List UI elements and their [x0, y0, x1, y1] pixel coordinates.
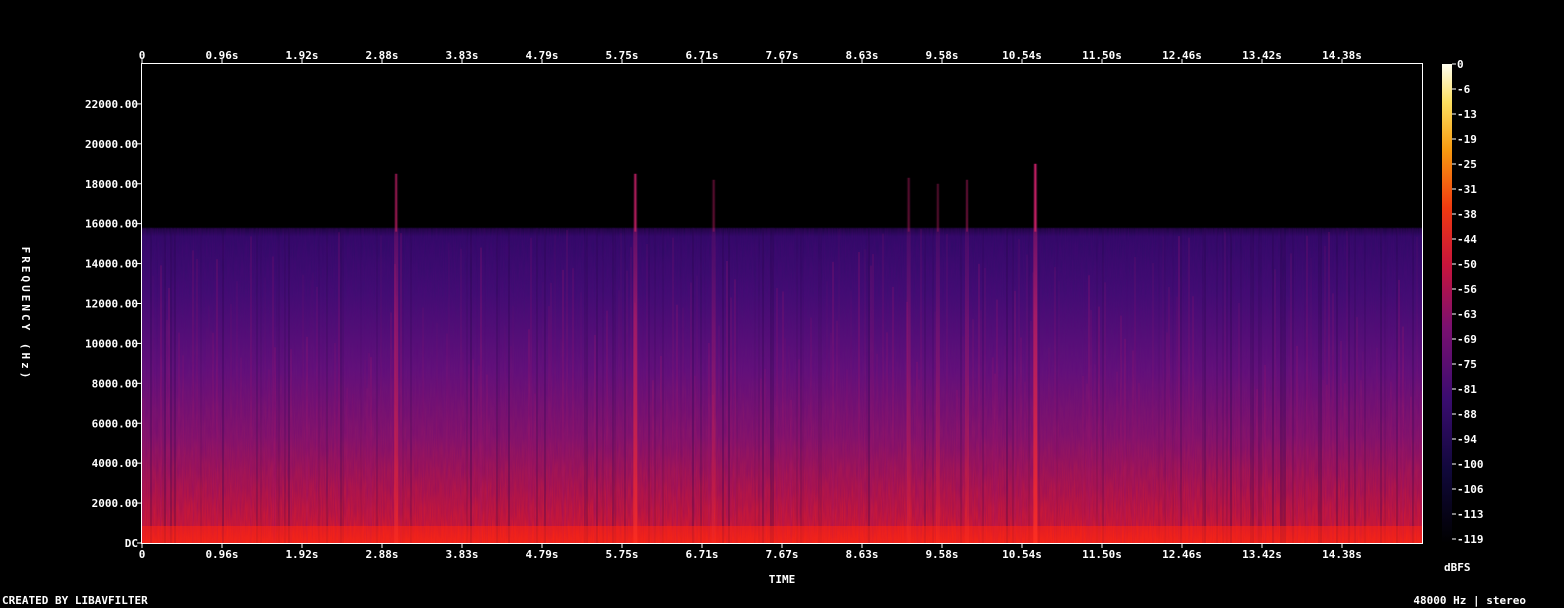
y-tick-label: 6000.00: [92, 417, 138, 430]
colorbar-tick-label: -113: [1457, 508, 1484, 521]
x-tick-label-top: 6.71s: [685, 49, 718, 62]
colorbar-tick-label: -44: [1457, 233, 1477, 246]
y-tick-label: 4000.00: [92, 457, 138, 470]
x-tick-label-bottom: 5.75s: [605, 548, 638, 561]
x-tick-label-top: 4.79s: [525, 49, 558, 62]
x-axis-top: 0 0.96s 1.92s 2.88s 3.83s 4.79s 5.75s 6.71s 7.67…: [139, 49, 1362, 64]
transient-peak: [1034, 163, 1037, 232]
colorbar-tick-label: -25: [1457, 158, 1477, 171]
y-tick-label: 18000.00: [85, 178, 138, 191]
x-tick-label-bottom: 8.63s: [845, 548, 878, 561]
x-tick-label-bottom: 11.50s: [1082, 548, 1122, 561]
transient-peak: [712, 179, 715, 232]
colorbar-gradient: [1442, 64, 1452, 543]
x-tick-label-bottom: 2.88s: [365, 548, 398, 561]
colorbar-tick-label: -38: [1457, 208, 1477, 221]
x-tick-label-bottom: 10.54s: [1002, 548, 1042, 561]
transient-streak: [711, 179, 716, 543]
x-tick-label-bottom: 0: [139, 548, 146, 561]
x-axis-bottom: 0 0.96s 1.92s 2.88s 3.83s 4.79s 5.75s 6.71s 7.67…: [139, 543, 1362, 561]
x-tick-label-bottom: 4.79s: [525, 548, 558, 561]
x-tick-label-top: 8.63s: [845, 49, 878, 62]
colorbar-tick-label: -69: [1457, 333, 1477, 346]
x-tick-label-top: 14.38s: [1322, 49, 1362, 62]
colorbar-tick-label: -31: [1457, 183, 1477, 196]
x-tick-label-bottom: 12.46s: [1162, 548, 1202, 561]
colorbar-tick-label: -81: [1457, 383, 1477, 396]
low-frequency-band: [142, 526, 1422, 543]
footer-sample-rate: 48000 Hz | stereo: [1413, 594, 1526, 607]
y-tick-label: 14000.00: [85, 258, 138, 271]
y-tick-label: 12000.00: [85, 298, 138, 311]
transient-peak: [966, 179, 968, 232]
colorbar-tick-label: -56: [1457, 283, 1477, 296]
transient-peak: [395, 173, 398, 232]
x-tick-label-bottom: 6.71s: [685, 548, 718, 561]
transient-peak: [634, 173, 637, 232]
x-tick-label-bottom: 1.92s: [285, 548, 318, 561]
colorbar-tick-label: 0: [1457, 58, 1464, 71]
x-tick-label-top: 9.58s: [925, 49, 958, 62]
colorbar-tick-label: -63: [1457, 308, 1477, 321]
colorbar-ticks: 0 -6 -13 -19 -25 -31 -38 -44 -50 -56 -63 -69 -75 -81 -…: [1452, 58, 1484, 546]
y-tick-label: 20000.00: [85, 138, 138, 151]
y-tick-label: 8000.00: [92, 377, 138, 390]
colorbar-tick-label: -75: [1457, 358, 1477, 371]
colorbar-tick-label: -13: [1457, 108, 1477, 121]
x-tick-label-top: 7.67s: [765, 49, 798, 62]
transient-streak: [965, 179, 969, 543]
x-tick-label-bottom: 3.83s: [445, 548, 478, 561]
transient-streak: [935, 183, 940, 543]
y-axis-label: FREQUENCY (Hz): [19, 247, 32, 382]
x-tick-label-top: 0.96s: [205, 49, 238, 62]
x-tick-label-top: 10.54s: [1002, 49, 1042, 62]
colorbar-tick-label: -19: [1457, 133, 1477, 146]
colorbar-tick-label: -50: [1457, 258, 1477, 271]
transient-peak: [936, 183, 939, 232]
y-tick-label: DC: [125, 537, 138, 550]
x-tick-label-top: 5.75s: [605, 49, 638, 62]
x-tick-label-top: 2.88s: [365, 49, 398, 62]
x-tick-label-bottom: 13.42s: [1242, 548, 1282, 561]
x-tick-label-top: 0: [139, 49, 146, 62]
transient-peak: [907, 177, 910, 232]
x-tick-label-top: 13.42s: [1242, 49, 1282, 62]
colorbar-tick-label: -94: [1457, 433, 1477, 446]
spectrogram-plot-area: [141, 63, 1423, 544]
x-tick-label-top: 3.83s: [445, 49, 478, 62]
transient-streak: [906, 177, 911, 543]
x-tick-label-top: 1.92s: [285, 49, 318, 62]
x-tick-label-bottom: 9.58s: [925, 548, 958, 561]
spectrogram-chart: 0 0.96s 1.92s 2.88s 3.83s 4.79s 5.75s 6.71s 7.67…: [2, 49, 1526, 607]
colorbar-tick-label: -119: [1457, 533, 1484, 546]
y-tick-label: 2000.00: [92, 497, 138, 510]
colorbar-tick-label: -100: [1457, 458, 1484, 471]
y-tick-label: 16000.00: [85, 218, 138, 231]
x-tick-label-bottom: 0.96s: [205, 548, 238, 561]
y-tick-label: 10000.00: [85, 337, 138, 350]
x-tick-label-top: 11.50s: [1082, 49, 1122, 62]
x-tick-label-bottom: 7.67s: [765, 548, 798, 561]
y-tick-label: 22000.00: [85, 98, 138, 111]
colorbar: 0 -6 -13 -19 -25 -31 -38 -44 -50 -56 -63 -69 -75 -81 -…: [1442, 58, 1484, 574]
y-axis: DC 2000.00 4000.00 6000.00 8000.00 10000.00 12…: [85, 98, 142, 550]
x-axis-label: TIME: [769, 573, 796, 586]
colorbar-tick-label: -106: [1457, 483, 1484, 496]
x-tick-label-bottom: 14.38s: [1322, 548, 1362, 561]
spectrogram-noise: [142, 228, 1422, 543]
x-tick-label-top: 12.46s: [1162, 49, 1202, 62]
colorbar-tick-label: -88: [1457, 408, 1477, 421]
colorbar-tick-label: -6: [1457, 83, 1471, 96]
footer-credit: CREATED BY LIBAVFILTER: [2, 594, 148, 607]
colorbar-label: dBFS: [1444, 561, 1471, 574]
